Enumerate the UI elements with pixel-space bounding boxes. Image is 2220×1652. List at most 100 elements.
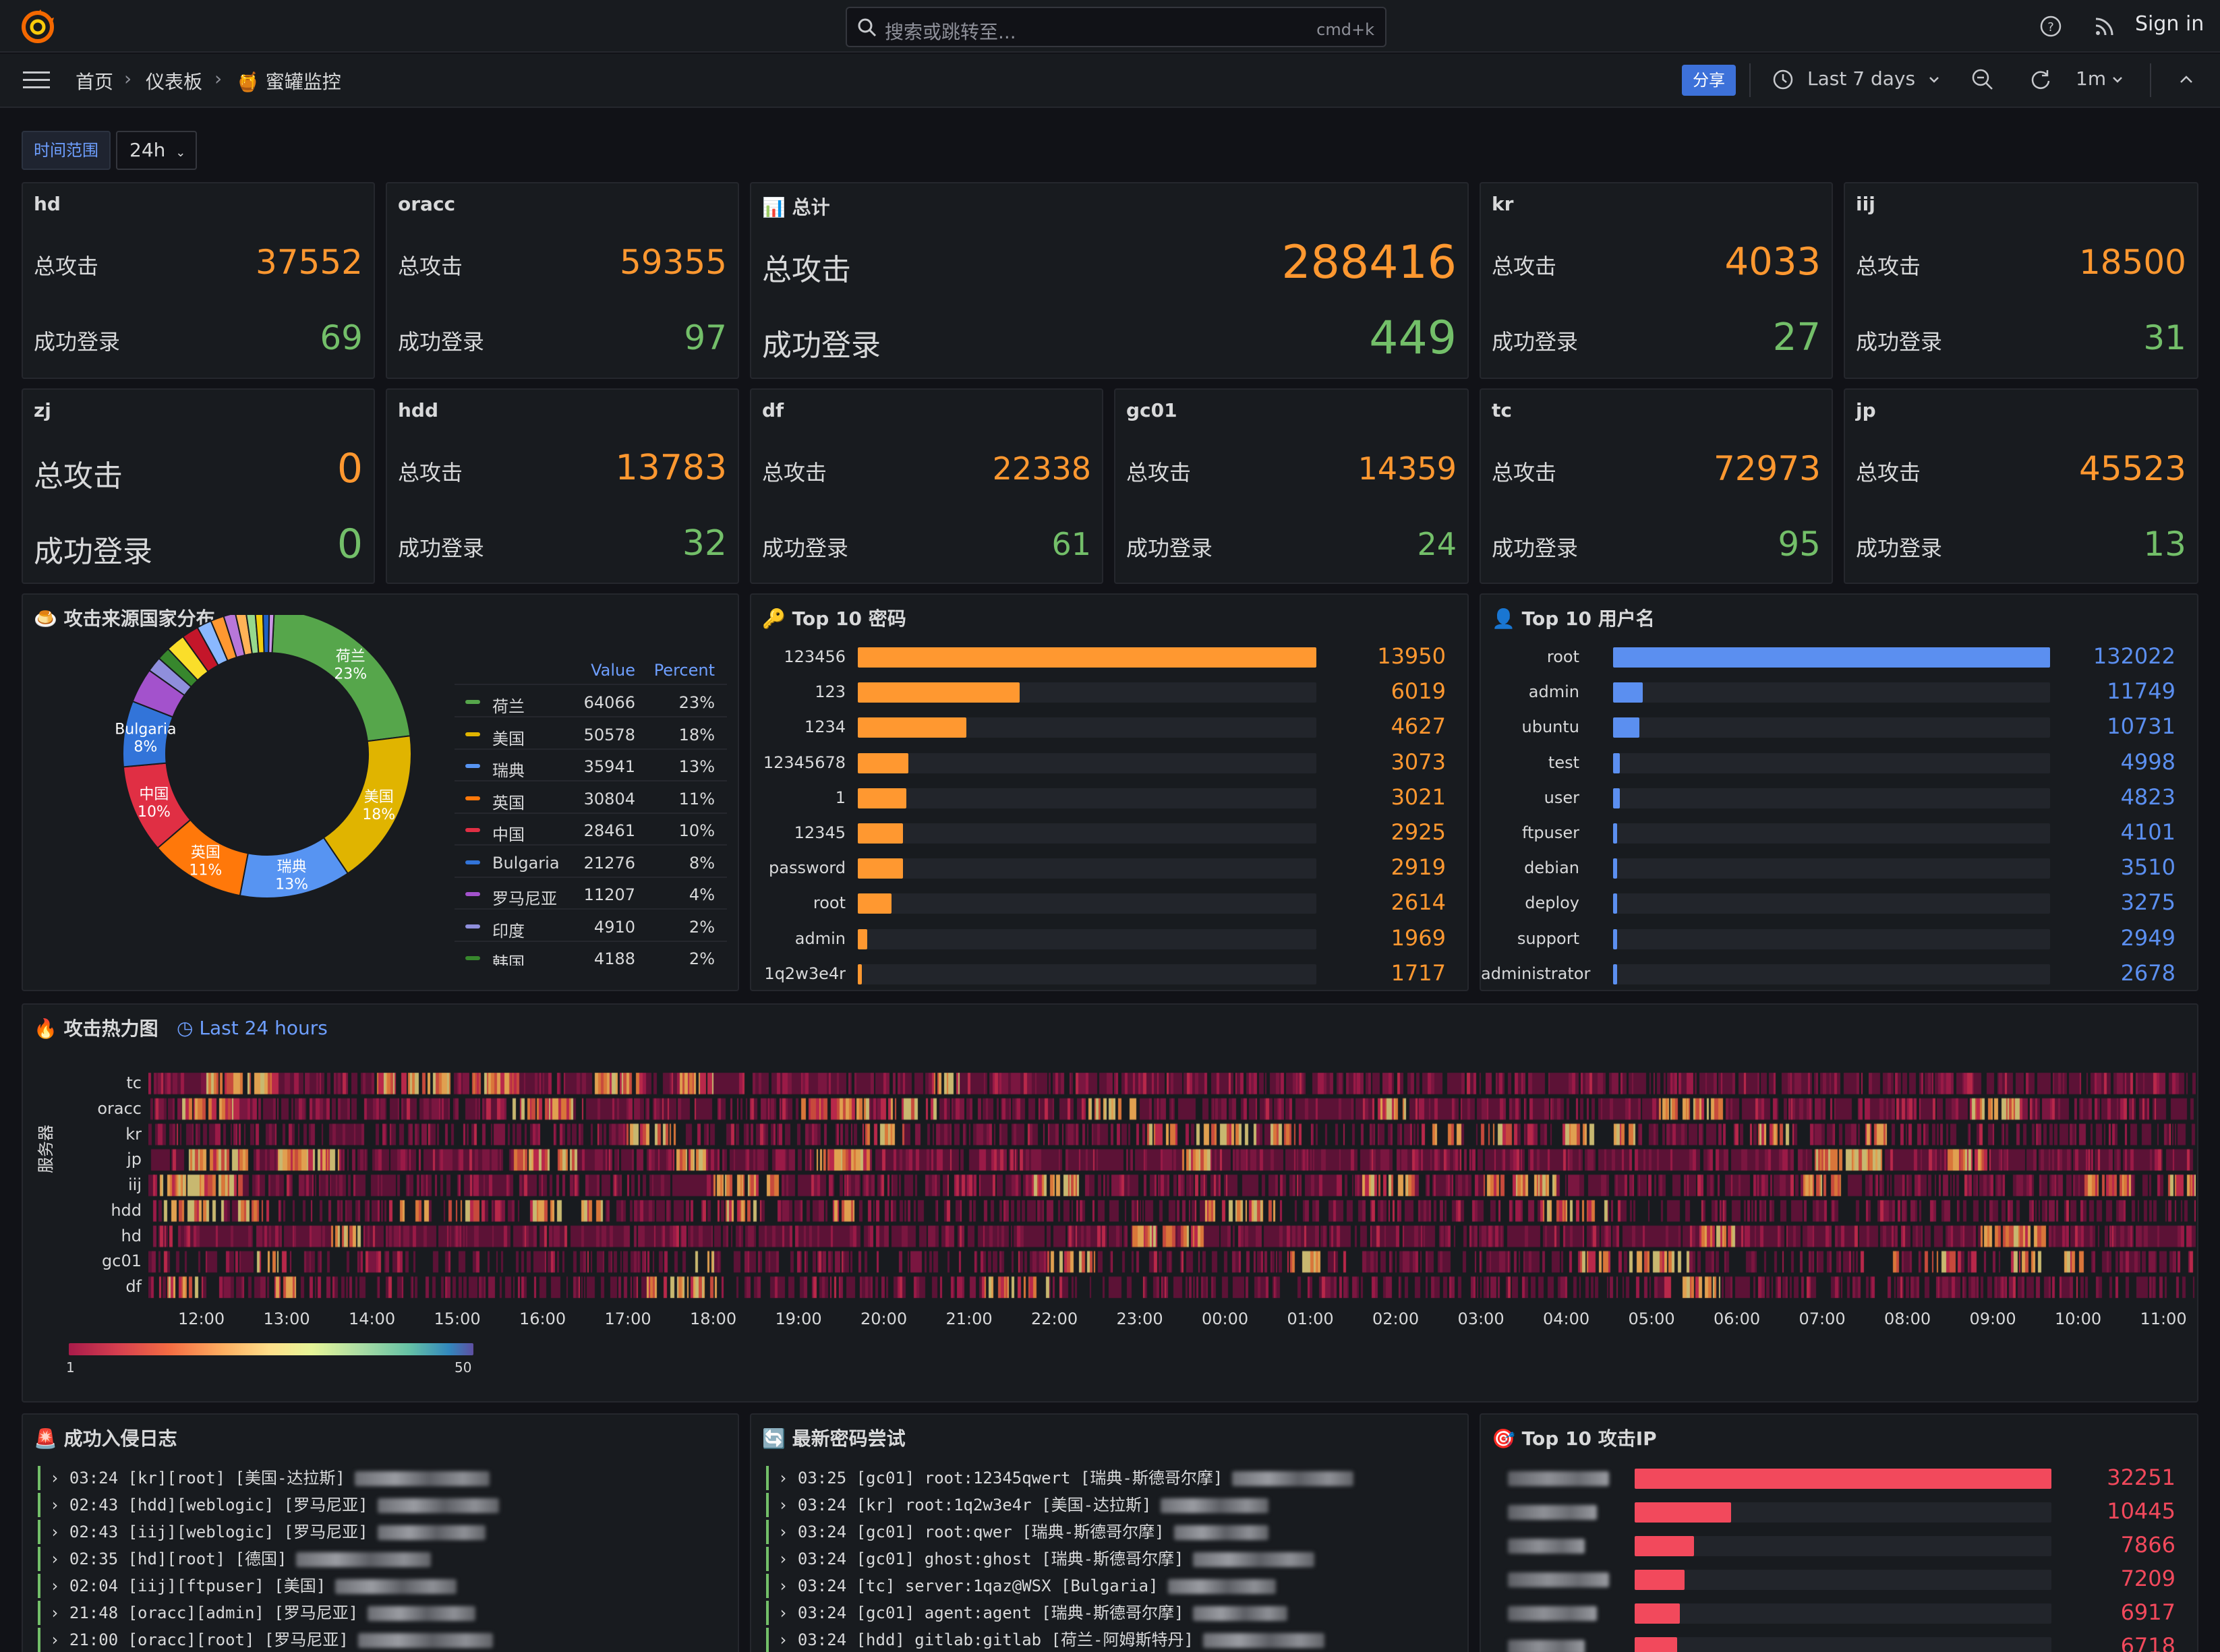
search-box[interactable]: 搜索或跳转至... cmd+k — [846, 7, 1386, 47]
bar-fill[interactable] — [858, 964, 862, 984]
password-attempts-panel[interactable]: 🔄 最新密码尝试 › 03:25 [gc01] root:12345qwert … — [750, 1413, 1469, 1652]
time-range-variable-select[interactable]: 24h ⌄ — [116, 131, 197, 170]
log-line[interactable]: › 03:24 [gc01] ghost:ghost [瑞典-斯德哥尔摩] — [766, 1547, 1315, 1571]
stat-panel-oracc[interactable]: oracc 总攻击 59355 成功登录 97 — [386, 182, 739, 379]
legend-header: Value Percent — [455, 655, 727, 685]
log-line[interactable]: › 02:43 [iij][weblogic] [罗马尼亚] — [38, 1520, 486, 1544]
stat-panel-zj[interactable]: zj 总攻击 0 成功登录 0 — [22, 388, 375, 584]
stat-panel-df[interactable]: df 总攻击 22338 成功登录 61 — [750, 388, 1103, 584]
stat-panel-hd[interactable]: hd 总攻击 37552 成功登录 69 — [22, 182, 375, 379]
chevron-up-icon[interactable] — [2178, 71, 2194, 90]
intrusion-log-panel[interactable]: 🚨 成功入侵日志 › 03:24 [kr][root] [美国-达拉斯] › 02… — [22, 1413, 739, 1652]
log-line[interactable]: › 21:00 [oracc][root] [罗马尼亚] — [38, 1628, 493, 1652]
legend-col-percent[interactable]: Percent — [654, 661, 715, 680]
time-range-picker[interactable]: Last 7 days — [1807, 67, 1915, 90]
bar-fill[interactable] — [1613, 858, 1617, 879]
log-line[interactable]: › 03:24 [kr] root:1q2w3e4r [美国-达拉斯] — [766, 1493, 1269, 1517]
legend-row[interactable]: 美国 50578 18% — [455, 719, 727, 750]
bar-value: 3275 — [2120, 889, 2175, 916]
time-override-badge: ◷ Last 24 hours — [177, 1017, 328, 1039]
legend-row[interactable]: 中国 28461 10% — [455, 815, 727, 846]
chevron-down-icon: ⌄ — [175, 146, 186, 160]
legend-row[interactable]: 罗马尼亚 11207 4% — [455, 879, 727, 910]
stat-panel-total[interactable]: 📊 总计 总攻击 288416 成功登录 449 — [750, 182, 1469, 379]
log-line[interactable]: › 03:24 [hdd] gitlab:gitlab [荷兰-阿姆斯特丹] — [766, 1628, 1324, 1652]
bar-fill[interactable] — [1635, 1570, 1685, 1590]
bar-fill[interactable] — [858, 682, 1020, 703]
bar-fill[interactable] — [1613, 717, 1639, 738]
help-icon[interactable]: ? — [2039, 15, 2062, 40]
bar-fill[interactable] — [858, 823, 904, 844]
bar-fill[interactable] — [858, 928, 868, 949]
log-line[interactable]: › 21:48 [oracc][admin] [罗马尼亚] — [38, 1601, 476, 1625]
bar-fill[interactable] — [1635, 1469, 2051, 1489]
bar-fill[interactable] — [1635, 1637, 1678, 1652]
legend-row[interactable]: 印度 4910 2% — [455, 911, 727, 942]
bar-fill[interactable] — [1613, 788, 1620, 808]
bar-fill[interactable] — [858, 788, 907, 808]
legend-row[interactable]: 英国 30804 11% — [455, 783, 727, 814]
log-line[interactable]: › 02:35 [hd][root] [德国] — [38, 1547, 432, 1571]
bar-fill[interactable] — [858, 753, 909, 773]
panel-title: 🔄 最新密码尝试 — [762, 1427, 906, 1450]
bar-fill[interactable] — [858, 893, 892, 914]
heatmap-row-label: tc — [126, 1073, 142, 1092]
bar-fill[interactable] — [1613, 753, 1620, 773]
ip-address-redacted — [1193, 1606, 1288, 1621]
attack-heatmap-panel[interactable]: 🔥 攻击热力图 ◷ Last 24 hours 服务器 tc oracc kr jp i… — [22, 1003, 2198, 1403]
zoom-out-icon[interactable] — [1970, 67, 1995, 94]
legend-row[interactable]: 韩国 4188 2% — [455, 943, 727, 966]
bar-fill[interactable] — [1635, 1536, 1694, 1556]
refresh-icon[interactable] — [2028, 67, 2053, 94]
log-line[interactable]: › 03:24 [tc] server:1qaz@WSX [Bulgaria] — [766, 1574, 1276, 1598]
share-button[interactable]: 分享 — [1682, 65, 1736, 96]
legend-row[interactable]: 荷兰 64066 23% — [455, 686, 727, 717]
breadcrumb-home[interactable]: 首页 — [76, 67, 113, 94]
chevron-down-icon[interactable] — [2111, 73, 2124, 89]
chevron-down-icon[interactable] — [1927, 73, 1941, 89]
attacks-value: 22338 — [992, 450, 1091, 487]
menu-icon[interactable] — [23, 70, 50, 93]
pie-label-name: Bulgaria — [115, 721, 176, 738]
refresh-interval-picker[interactable]: 1m — [2076, 67, 2106, 90]
bar-fill[interactable] — [1635, 1603, 1681, 1624]
legend-col-value[interactable]: Value — [591, 661, 635, 680]
top-attack-ip-panel[interactable]: 🎯 Top 10 攻击IP 32251 10445 7866 7209 6917 6718 — [1480, 1413, 2198, 1652]
top-passwords-panel[interactable]: 🔑 Top 10 密码 123456 13950 123 6019 1234 4627 12… — [750, 593, 1469, 991]
stat-panel-gc01[interactable]: gc01 总攻击 14359 成功登录 24 — [1114, 388, 1469, 584]
stat-panel-hdd[interactable]: hdd 总攻击 13783 成功登录 32 — [386, 388, 739, 584]
bar-fill[interactable] — [1613, 647, 2050, 668]
bar-fill[interactable] — [858, 717, 967, 738]
grafana-logo-icon[interactable] — [20, 9, 55, 45]
sign-in-link[interactable]: Sign in — [2135, 12, 2204, 36]
log-line[interactable]: › 02:04 [iij][ftpuser] [美国] — [38, 1574, 457, 1598]
breadcrumb-dashboards[interactable]: 仪表板 — [146, 67, 202, 94]
bar-fill[interactable] — [1613, 893, 1617, 914]
log-line[interactable]: › 03:24 [kr][root] [美国-达拉斯] — [38, 1466, 490, 1490]
bar-fill[interactable] — [1635, 1502, 1732, 1523]
bar-fill[interactable] — [858, 647, 1316, 668]
bar-fill[interactable] — [1613, 964, 1617, 984]
bar-fill[interactable] — [1613, 928, 1617, 949]
bar-fill[interactable] — [1613, 823, 1617, 844]
country-distribution-panel[interactable]: 🍮 攻击来源国家分布 荷兰 23% 美国 18% 瑞典 13% 英国 11% 中国 10% Bulg… — [22, 593, 739, 991]
stat-panel-kr[interactable]: kr 总攻击 4033 成功登录 27 — [1480, 182, 1833, 379]
heatmap-x-tick: 06:00 — [1714, 1309, 1761, 1328]
log-text: › 03:25 [gc01] root:12345qwert [瑞典-斯德哥尔摩… — [778, 1469, 1223, 1487]
log-line[interactable]: › 02:43 [hdd][weblogic] [罗马尼亚] — [38, 1493, 499, 1517]
bar-fill[interactable] — [1613, 682, 1643, 703]
bar-fill[interactable] — [858, 858, 903, 879]
log-line[interactable]: › 03:24 [gc01] root:qwer [瑞典-斯德哥尔摩] — [766, 1520, 1268, 1544]
heatmap-canvas[interactable] — [148, 1071, 2196, 1300]
legend-row[interactable]: 瑞典 35941 13% — [455, 750, 727, 781]
top-usernames-panel[interactable]: 👤 Top 10 用户名 root 132022 admin 11749 ubuntu 1… — [1480, 593, 2198, 991]
stat-panel-iij[interactable]: iij 总攻击 18500 成功登录 31 — [1844, 182, 2198, 379]
stat-panel-jp[interactable]: jp 总攻击 45523 成功登录 13 — [1844, 388, 2198, 584]
rss-icon[interactable] — [2093, 15, 2116, 40]
logins-label: 成功登录 — [1856, 535, 1943, 561]
stat-panel-tc[interactable]: tc 总攻击 72973 成功登录 95 — [1480, 388, 1833, 584]
divider — [1749, 63, 1751, 97]
legend-row[interactable]: Bulgaria 21276 8% — [455, 847, 727, 878]
log-line[interactable]: › 03:24 [gc01] agent:agent [瑞典-斯德哥尔摩] — [766, 1601, 1288, 1625]
log-line[interactable]: › 03:25 [gc01] root:12345qwert [瑞典-斯德哥尔摩… — [766, 1466, 1354, 1490]
